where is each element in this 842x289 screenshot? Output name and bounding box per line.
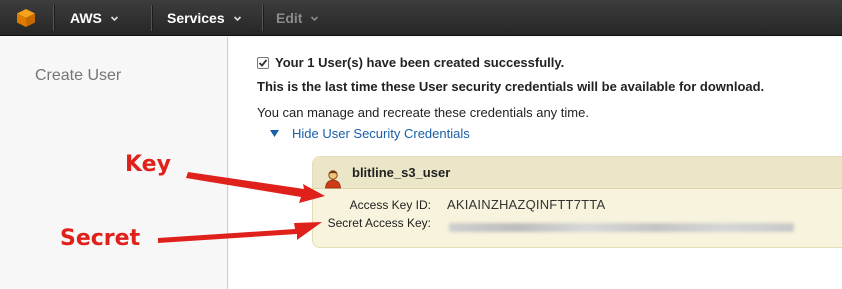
- chevron-down-icon: [311, 16, 319, 22]
- nav-divider: [262, 5, 263, 31]
- user-icon: [325, 170, 341, 189]
- aws-cube-icon: [17, 9, 35, 27]
- nav-divider: [53, 5, 54, 31]
- success-message: Your 1 User(s) have been created success…: [257, 55, 564, 70]
- warning-message: This is the last time these User securit…: [257, 79, 765, 94]
- credentials-panel: blitline_s3_user Access Key ID: AKIAINZH…: [312, 156, 842, 248]
- user-name: blitline_s3_user: [352, 165, 451, 180]
- aws-logo[interactable]: [0, 0, 52, 36]
- main-content: Your 1 User(s) have been created success…: [229, 37, 842, 289]
- edit-menu[interactable]: Edit: [276, 0, 319, 36]
- top-nav-bar: AWS Services Edit: [0, 0, 842, 36]
- secret-key-label: Secret Access Key:: [327, 216, 431, 230]
- edit-menu-label: Edit: [276, 10, 303, 26]
- secret-key-value-blurred: [449, 223, 794, 232]
- access-key-label: Access Key ID:: [349, 198, 431, 212]
- success-message-text: Your 1 User(s) have been created success…: [275, 55, 565, 70]
- secret-annotation: Secret: [60, 226, 141, 251]
- triangle-down-icon: [270, 129, 279, 137]
- aws-menu-label: AWS: [70, 10, 102, 26]
- hide-credentials-label: Hide User Security Credentials: [292, 126, 470, 141]
- services-menu-label: Services: [167, 10, 225, 26]
- services-menu[interactable]: Services: [167, 0, 242, 36]
- key-annotation: Key: [125, 152, 171, 177]
- page-title: Create User: [35, 67, 122, 84]
- manage-message: You can manage and recreate these creden…: [257, 105, 589, 120]
- chevron-down-icon: [233, 16, 241, 22]
- chevron-down-icon: [110, 16, 118, 22]
- nav-divider: [151, 5, 152, 31]
- hide-credentials-link[interactable]: Hide User Security Credentials: [270, 126, 470, 141]
- sidebar: Create User: [0, 37, 228, 289]
- aws-menu[interactable]: AWS: [70, 0, 119, 36]
- access-key-value: AKIAINZHAZQINFTT7TTA: [447, 197, 606, 212]
- checkbox-icon: [257, 56, 269, 69]
